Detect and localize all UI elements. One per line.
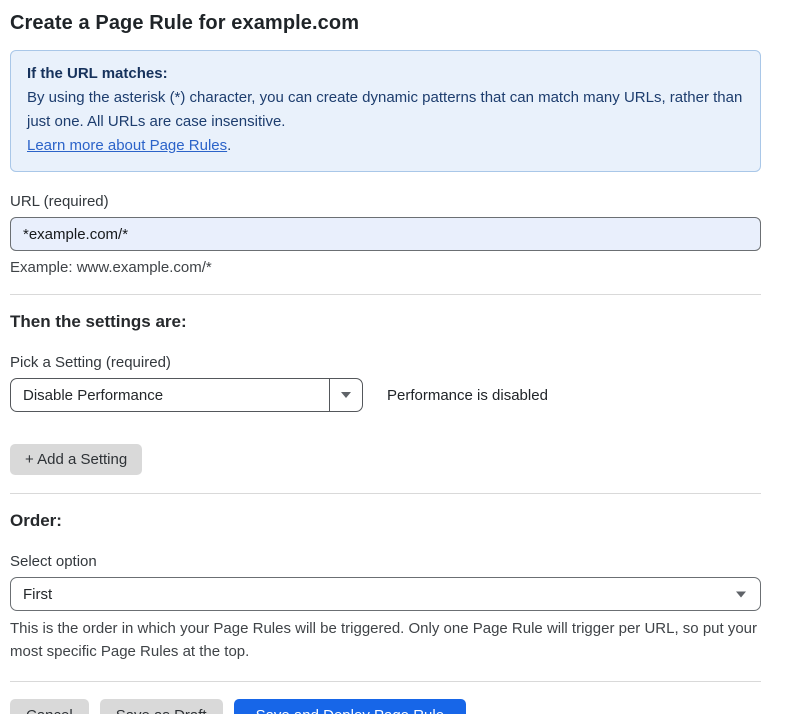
chevron-down-icon [341, 392, 351, 398]
setting-select[interactable]: Disable Performance [10, 378, 363, 412]
setting-select-value: Disable Performance [11, 379, 329, 411]
url-example: Example: www.example.com/* [10, 259, 761, 276]
order-help-text: This is the order in which your Page Rul… [10, 617, 761, 663]
callout-link-line: Learn more about Page Rules. [27, 134, 744, 158]
page-title: Create a Page Rule for example.com [10, 12, 761, 35]
order-heading: Order: [10, 511, 761, 531]
url-input[interactable] [10, 217, 761, 251]
divider [10, 294, 761, 295]
callout-heading: If the URL matches: [27, 62, 744, 86]
save-deploy-button[interactable]: Save and Deploy Page Rule [234, 699, 466, 714]
cancel-button[interactable]: Cancel [10, 699, 89, 714]
url-matches-callout: If the URL matches: By using the asteris… [10, 50, 761, 172]
callout-body: By using the asterisk (*) character, you… [27, 86, 744, 134]
order-select-label: Select option [10, 553, 761, 570]
callout-link-suffix: . [227, 137, 231, 154]
footer-actions: Cancel Save as Draft Save and Deploy Pag… [10, 699, 761, 714]
save-draft-button[interactable]: Save as Draft [100, 699, 223, 714]
divider [10, 681, 761, 682]
chevron-down-icon [736, 591, 746, 597]
setting-select-row: Disable Performance Performance is disab… [10, 378, 761, 412]
learn-more-link[interactable]: Learn more about Page Rules [27, 137, 227, 154]
setting-select-arrow-button[interactable] [329, 379, 362, 411]
pick-setting-label: Pick a Setting (required) [10, 354, 761, 371]
url-label: URL (required) [10, 193, 761, 210]
order-select-value: First [23, 586, 52, 603]
add-setting-button[interactable]: + Add a Setting [10, 444, 142, 475]
order-select[interactable]: First [10, 577, 761, 611]
page-rule-form: Create a Page Rule for example.com If th… [0, 0, 790, 714]
divider [10, 493, 761, 494]
setting-status: Performance is disabled [387, 387, 548, 404]
settings-heading: Then the settings are: [10, 312, 761, 332]
